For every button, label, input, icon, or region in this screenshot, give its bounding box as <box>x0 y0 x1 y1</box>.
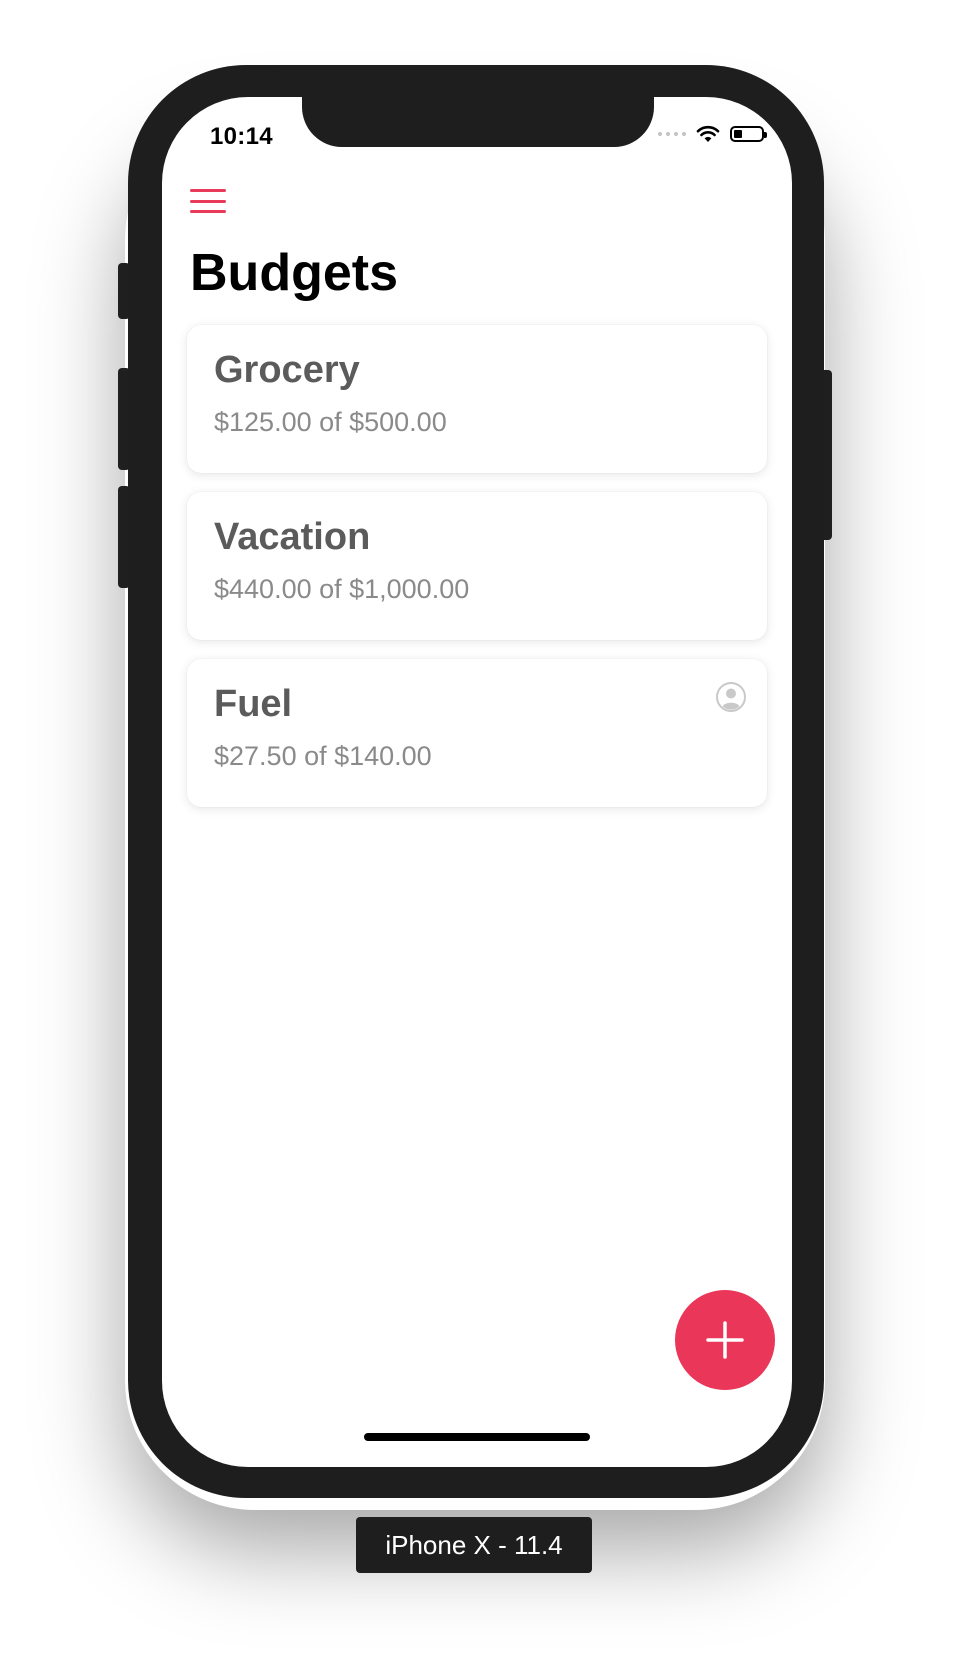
notch <box>302 97 654 147</box>
battery-icon <box>730 126 767 142</box>
status-time: 10:14 <box>210 123 273 150</box>
app-screen: 10:14 Budgets Grocery $125.00 of $500.00 <box>162 97 792 1467</box>
home-indicator[interactable] <box>364 1433 590 1441</box>
budget-card-grocery[interactable]: Grocery $125.00 of $500.00 <box>187 325 767 473</box>
budget-card-fuel[interactable]: Fuel $27.50 of $140.00 <box>187 659 767 807</box>
budget-name: Fuel <box>214 683 293 725</box>
person-circle-icon <box>716 682 746 712</box>
budget-amount: $27.50 of $140.00 <box>214 741 432 771</box>
page-title: Budgets <box>190 244 398 302</box>
menu-button[interactable] <box>190 185 226 217</box>
status-icons <box>658 125 767 143</box>
budget-amount: $125.00 of $500.00 <box>214 407 447 437</box>
plus-icon <box>706 1321 744 1359</box>
signal-icon <box>658 132 686 136</box>
simulator-stage: 10:14 Budgets Grocery $125.00 of $500.00 <box>0 0 954 1660</box>
budget-card-vacation[interactable]: Vacation $440.00 of $1,000.00 <box>187 492 767 640</box>
device-label: iPhone X - 11.4 <box>356 1517 592 1573</box>
add-budget-button[interactable] <box>675 1290 775 1390</box>
budget-name: Grocery <box>214 349 360 391</box>
budget-amount: $440.00 of $1,000.00 <box>214 574 470 604</box>
hamburger-menu-icon <box>190 189 226 192</box>
wifi-icon <box>696 125 720 142</box>
budget-name: Vacation <box>214 516 371 558</box>
